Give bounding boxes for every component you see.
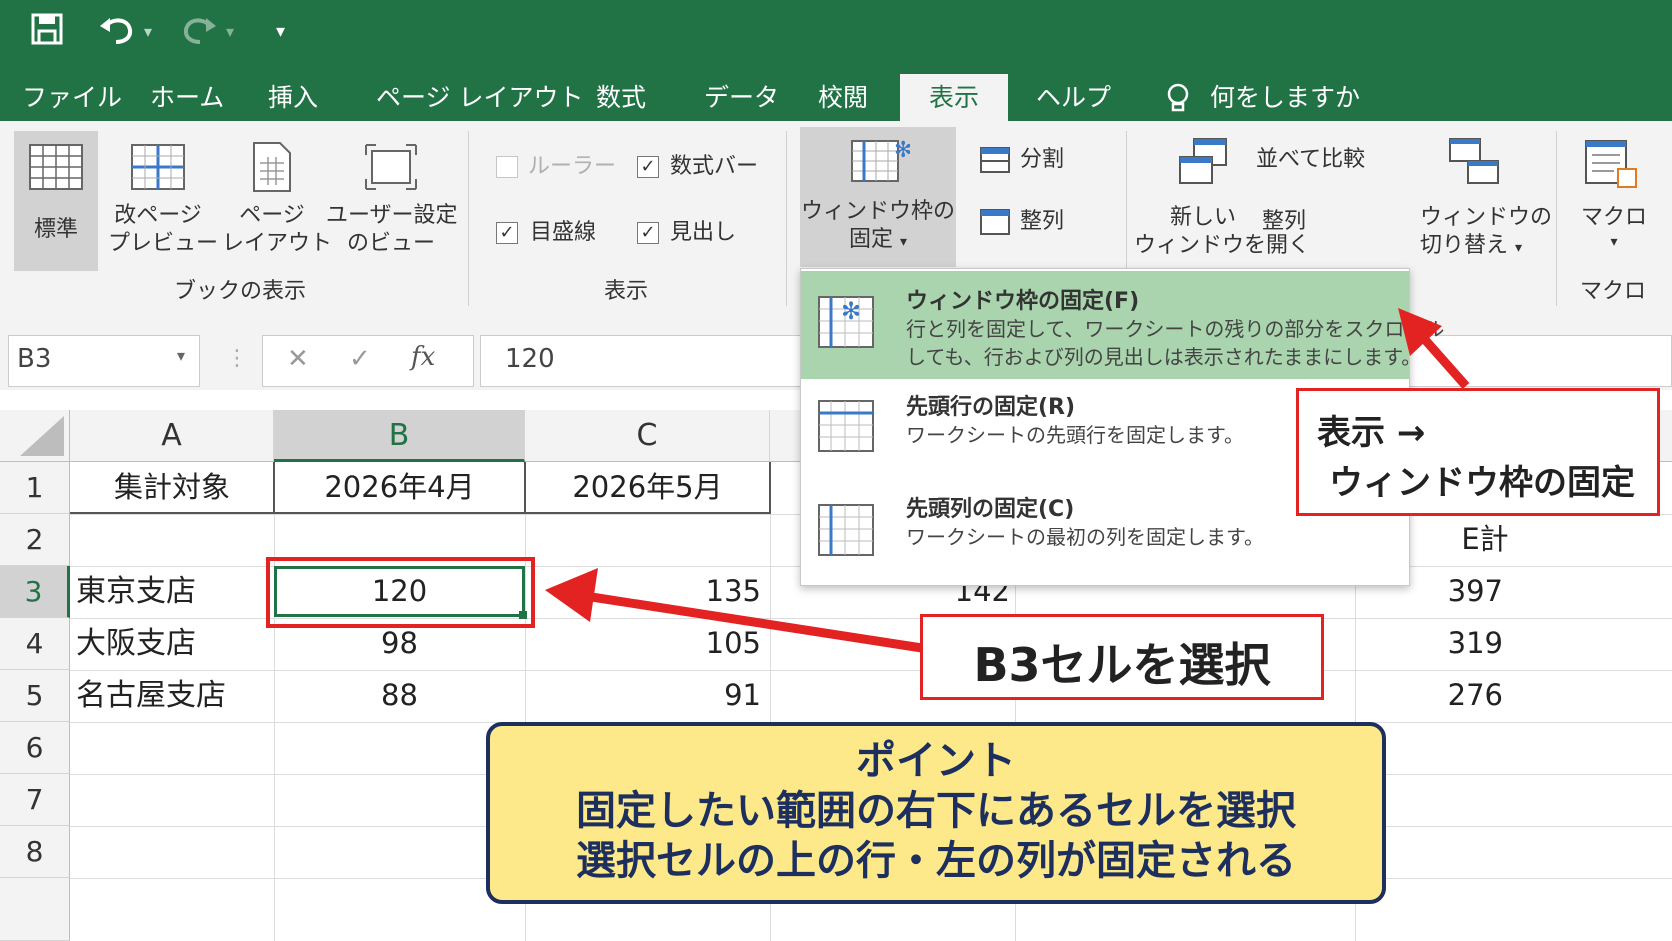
point-line-2: 選択セルの上の行・左の列が固定される bbox=[576, 838, 1296, 884]
point-heading: ポイント bbox=[856, 738, 1016, 784]
callout-view-freeze: 表示 → ウィンドウ枠の固定 bbox=[1296, 388, 1660, 516]
callout-select-b3: B3セルを選択 bbox=[920, 614, 1324, 700]
point-callout: ポイント 固定したい範囲の右下にあるセルを選択 選択セルの上の行・左の列が固定さ… bbox=[486, 722, 1386, 904]
callout-select-b3-text: B3セルを選択 bbox=[973, 638, 1271, 692]
callout-view-line1: 表示 → bbox=[1317, 413, 1426, 453]
point-line-1: 固定したい範囲の右下にあるセルを選択 bbox=[576, 788, 1296, 834]
callout-view-line2: ウィンドウ枠の固定 bbox=[1329, 463, 1635, 503]
